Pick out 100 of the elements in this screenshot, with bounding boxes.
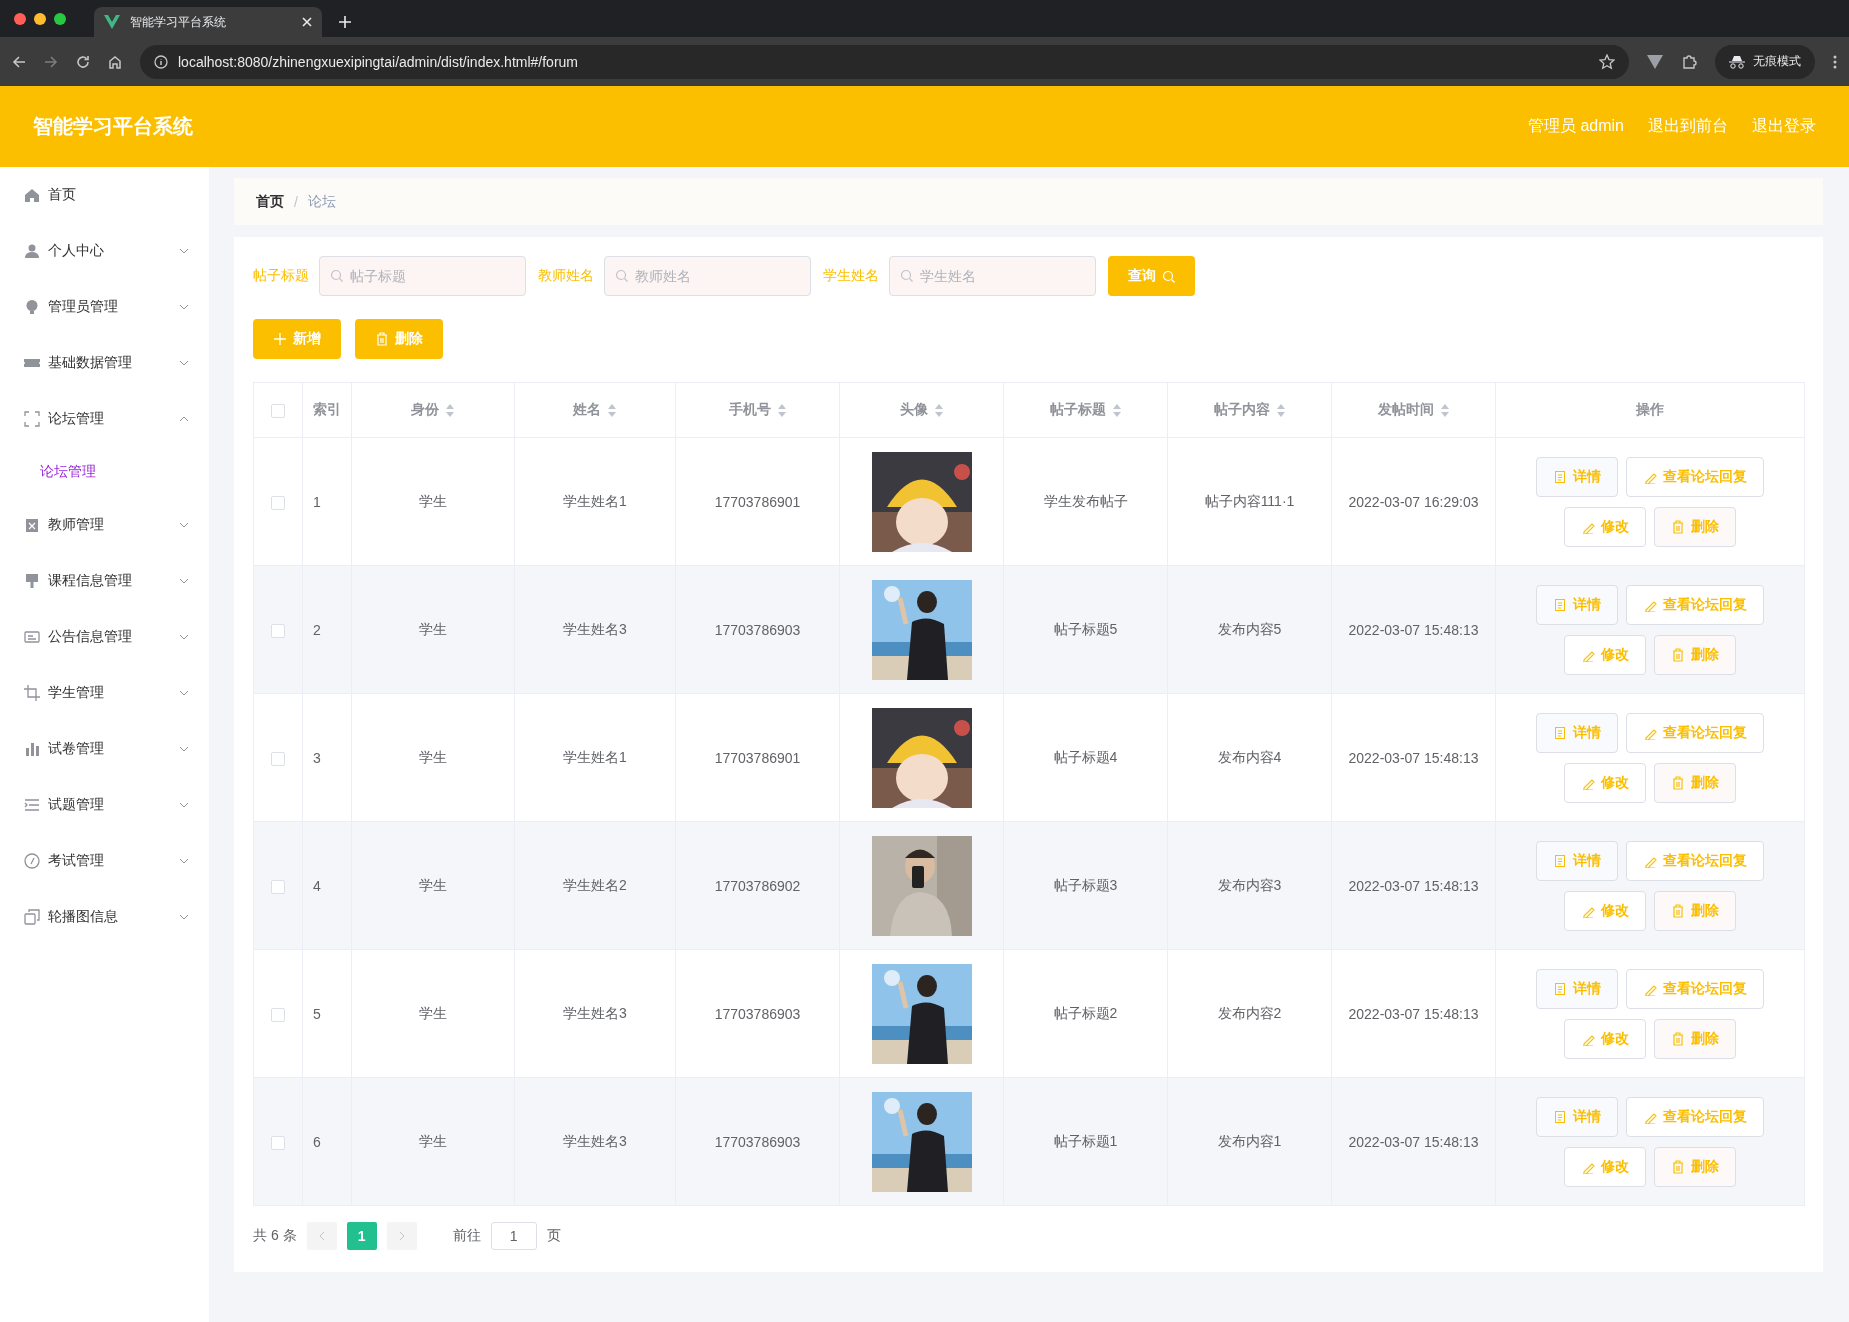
column-header[interactable]: 帖子标题 xyxy=(1049,401,1122,419)
table-cell: 6 xyxy=(313,1133,321,1150)
row-checkbox[interactable] xyxy=(271,1135,285,1150)
sidebar-item[interactable]: 轮播图信息 xyxy=(0,889,209,945)
header-link[interactable]: 退出登录 xyxy=(1752,116,1816,137)
delete-button[interactable]: 删除 xyxy=(1654,1146,1736,1187)
breadcrumb-link[interactable]: 首页 xyxy=(256,192,284,211)
triangle-icon[interactable] xyxy=(1647,54,1663,69)
view-replies-button[interactable]: 查看论坛回复 xyxy=(1626,968,1764,1009)
header-link[interactable]: 退出到前台 xyxy=(1648,116,1728,137)
card-icon xyxy=(24,629,40,645)
sort-icon[interactable] xyxy=(607,403,617,417)
sidebar-item[interactable]: 首页 xyxy=(0,167,209,223)
table-cell: 学生姓名2 xyxy=(563,876,627,893)
row-checkbox[interactable] xyxy=(271,623,285,638)
edit-button[interactable]: 修改 xyxy=(1564,1146,1646,1187)
table-cell: 帖子内容111·1 xyxy=(1204,492,1295,509)
search-field[interactable]: 帖子标题 xyxy=(319,256,526,296)
back-icon[interactable] xyxy=(12,54,26,69)
delete-button[interactable]: 删除 xyxy=(1654,890,1736,931)
sort-icon[interactable] xyxy=(1439,403,1450,417)
sidebar-item[interactable]: 公告信息管理 xyxy=(0,609,209,665)
trash-icon xyxy=(1671,903,1685,918)
select-all-checkbox[interactable] xyxy=(271,404,285,419)
puzzle-icon[interactable] xyxy=(1681,53,1697,70)
sort-icon[interactable] xyxy=(776,403,787,417)
chevron-right-icon xyxy=(397,1231,406,1241)
reload-icon[interactable] xyxy=(76,54,90,69)
column-header[interactable]: 发帖时间 xyxy=(1377,401,1450,419)
sidebar-item[interactable]: 基础数据管理 xyxy=(0,335,209,391)
sidebar-item[interactable]: 个人中心 xyxy=(0,223,209,279)
sort-icon[interactable] xyxy=(445,403,455,417)
minimize-window-button[interactable] xyxy=(34,12,46,25)
sidebar-item[interactable]: 试卷管理 xyxy=(0,721,209,777)
sidebar-item[interactable]: 考试管理 xyxy=(0,833,209,889)
detail-button[interactable]: 详情 xyxy=(1536,456,1618,497)
view-replies-button[interactable]: 查看论坛回复 xyxy=(1626,712,1764,753)
sidebar-item[interactable]: 论坛管理 xyxy=(0,391,209,447)
search-field[interactable]: 教师姓名 xyxy=(604,256,811,296)
browser-tab[interactable]: 智能学习平台系统 xyxy=(94,7,322,37)
sidebar-item[interactable]: 课程信息管理 xyxy=(0,553,209,609)
delete-button[interactable]: 删除 xyxy=(1654,634,1736,675)
close-window-button[interactable] xyxy=(14,12,26,25)
column-header[interactable]: 手机号 xyxy=(728,401,787,419)
sidebar-item[interactable]: 教师管理 xyxy=(0,497,209,553)
edit-button[interactable]: 修改 xyxy=(1564,634,1646,675)
row-checkbox[interactable] xyxy=(271,495,285,510)
view-replies-button[interactable]: 查看论坛回复 xyxy=(1626,584,1764,625)
sort-icon[interactable] xyxy=(1111,403,1122,417)
incognito-button[interactable]: 无痕模式 xyxy=(1715,44,1815,79)
search-field[interactable]: 学生姓名 xyxy=(889,256,1096,296)
page-button[interactable]: 1 xyxy=(346,1222,377,1250)
detail-button[interactable]: 详情 xyxy=(1536,840,1618,881)
home-icon[interactable] xyxy=(108,54,122,69)
maximize-window-button[interactable] xyxy=(54,12,66,25)
table-cell-text: 2022-03-07 15:48:13 xyxy=(1347,1132,1480,1152)
add-button[interactable]: 新增 xyxy=(253,319,341,359)
search-icon xyxy=(330,269,343,282)
sidebar-subitem[interactable]: 论坛管理 xyxy=(0,447,209,497)
more-icon[interactable] xyxy=(1833,54,1837,69)
view-replies-button[interactable]: 查看论坛回复 xyxy=(1626,456,1764,497)
row-checkbox[interactable] xyxy=(271,1007,285,1022)
row-checkbox[interactable] xyxy=(271,879,285,894)
detail-button[interactable]: 详情 xyxy=(1536,712,1618,753)
edit-button[interactable]: 修改 xyxy=(1564,506,1646,547)
view-replies-button[interactable]: 查看论坛回复 xyxy=(1626,840,1764,881)
star-icon[interactable] xyxy=(1599,53,1615,70)
column-header[interactable]: 姓名 xyxy=(573,401,617,419)
sidebar-item[interactable]: 试题管理 xyxy=(0,777,209,833)
detail-button[interactable]: 详情 xyxy=(1536,1096,1618,1137)
query-button[interactable]: 查询 xyxy=(1108,256,1195,296)
close-icon[interactable] xyxy=(302,17,312,27)
edit-button[interactable]: 修改 xyxy=(1564,1018,1646,1059)
forward-icon[interactable] xyxy=(44,54,58,69)
sort-icon[interactable] xyxy=(1275,403,1286,417)
table-cell: 学生发布帖子 xyxy=(1043,492,1128,509)
detail-button[interactable]: 详情 xyxy=(1536,584,1618,625)
column-header[interactable]: 头像 xyxy=(899,401,944,419)
delete-button[interactable]: 删除 xyxy=(355,319,443,359)
column-header[interactable]: 帖子内容 xyxy=(1213,401,1286,419)
sort-icon[interactable] xyxy=(933,403,944,417)
v-logo-icon xyxy=(104,15,120,29)
column-header[interactable]: 身份 xyxy=(411,401,455,419)
detail-button[interactable]: 详情 xyxy=(1536,968,1618,1009)
table-cell: 17703786902 xyxy=(714,877,801,894)
delete-button[interactable]: 删除 xyxy=(1654,1018,1736,1059)
view-replies-button[interactable]: 查看论坛回复 xyxy=(1626,1096,1764,1137)
new-tab-icon[interactable] xyxy=(338,15,352,29)
sidebar-item[interactable]: 管理员管理 xyxy=(0,279,209,335)
page-input[interactable]: 1 xyxy=(490,1222,537,1250)
edit-button[interactable]: 修改 xyxy=(1564,762,1646,803)
delete-button[interactable]: 删除 xyxy=(1654,762,1736,803)
address-bar[interactable]: localhost:8080/zhinengxuexipingtai/admin/dist/index.html#/forum xyxy=(140,44,1629,79)
header-link[interactable]: 管理员 admin xyxy=(1527,116,1624,137)
table-cell: 发布内容3 xyxy=(1217,876,1282,893)
edit-button[interactable]: 修改 xyxy=(1564,890,1646,931)
breadcrumb-link[interactable]: 论坛 xyxy=(307,192,336,211)
delete-button[interactable]: 删除 xyxy=(1654,506,1736,547)
sidebar-item[interactable]: 学生管理 xyxy=(0,665,209,721)
row-checkbox[interactable] xyxy=(271,751,285,766)
